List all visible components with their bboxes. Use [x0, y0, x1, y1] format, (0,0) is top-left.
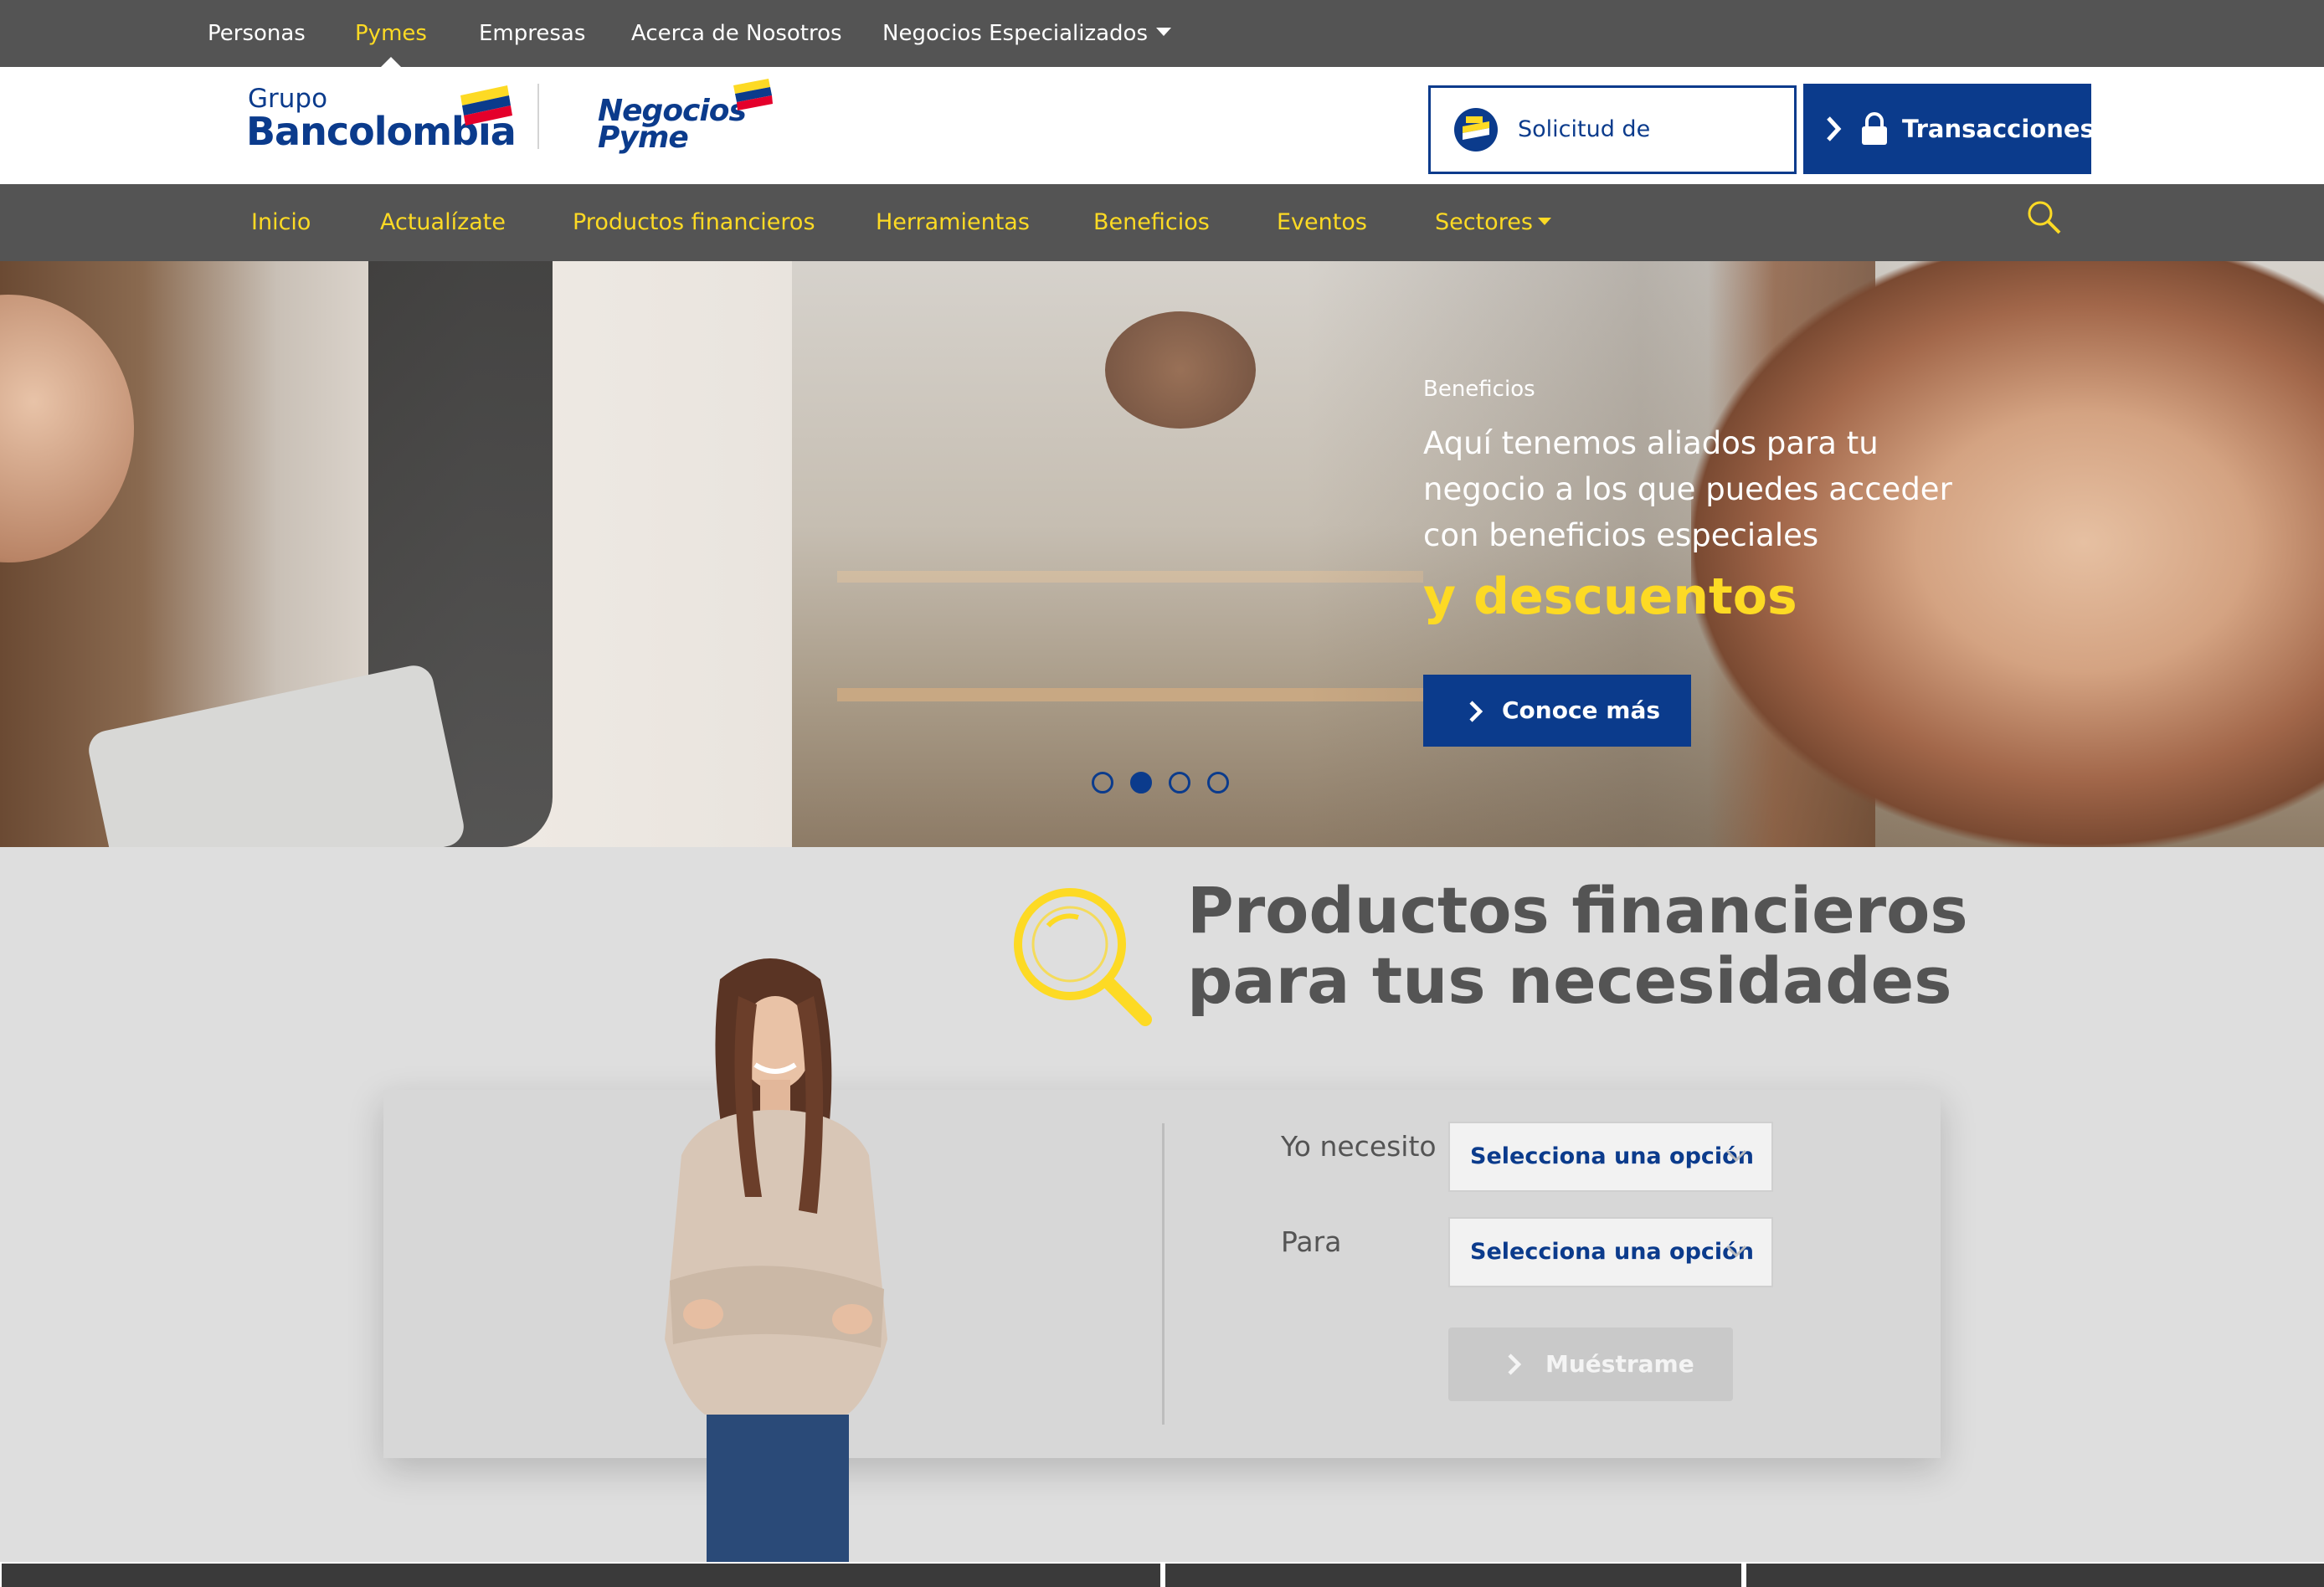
top-bar: Personas Pymes Empresas Acerca de Nosotr…: [0, 0, 2324, 67]
nav-item-eventos[interactable]: Eventos: [1277, 184, 1367, 261]
lock-icon: [1862, 112, 1887, 145]
carousel-dot-2[interactable]: [1130, 772, 1152, 794]
hero-cta-label: Conoce más: [1502, 696, 1661, 724]
card-divider: [1162, 1123, 1165, 1425]
need-label: Yo necesito: [1281, 1130, 1437, 1163]
main-nav: Inicio Actualízate Productos financieros…: [0, 184, 2324, 261]
bottom-tiles: [0, 1562, 2324, 1587]
carousel-dot-1[interactable]: [1092, 772, 1113, 794]
woman-illustration: [665, 958, 887, 1562]
documents-icon: [1454, 108, 1498, 152]
product-finder-card: Yo necesito Selecciona una opción Para S…: [383, 1090, 1941, 1458]
products-title: Productos financieros para tus necesidad…: [1187, 876, 2024, 1016]
top-nav-personas[interactable]: Personas: [208, 0, 306, 67]
magnifier-icon: [1014, 888, 1152, 1026]
for-select[interactable]: Selecciona una opción: [1448, 1217, 1773, 1287]
hero-kicker: Beneficios: [1423, 377, 1535, 402]
chevron-right-icon: [1508, 1353, 1522, 1375]
carousel-dot-3[interactable]: [1169, 772, 1190, 794]
chevron-down-icon: [1725, 1149, 1747, 1163]
nav-item-sectores-label: Sectores: [1435, 209, 1533, 235]
logo-negocios-pyme[interactable]: Negocios Pyme: [598, 77, 774, 157]
for-label: Para: [1281, 1225, 1342, 1258]
hero-cta-button[interactable]: Conoce más: [1423, 675, 1691, 747]
transactions-button[interactable]: Transacciones: [1803, 84, 2095, 174]
logo-pyme-text: Pyme: [598, 121, 689, 155]
hero-decor-basket: [1105, 311, 1256, 429]
logo-divider: [537, 84, 539, 149]
chevron-down-icon: [1725, 1245, 1747, 1258]
logo-grupo-bancolombia[interactable]: Grupo Bancolombia: [246, 84, 522, 159]
show-me-button[interactable]: Muéstrame: [1448, 1328, 1733, 1401]
products-title-line2: para tus necesidades: [1187, 943, 1952, 1018]
caret-down-icon: [1537, 218, 1551, 225]
nav-item-inicio[interactable]: Inicio: [251, 184, 311, 261]
chevron-right-icon: [1827, 116, 1842, 141]
chevron-right-icon: [1469, 701, 1483, 722]
top-nav-empresas[interactable]: Empresas: [479, 0, 585, 67]
hero-accent: y descuentos: [1423, 568, 1797, 626]
caret-down-icon: [1156, 27, 1172, 36]
nav-item-productos-financieros[interactable]: Productos financieros: [573, 184, 815, 261]
bottom-tile-1[interactable]: [2, 1564, 1160, 1587]
need-select-value: Selecciona una opción: [1470, 1143, 1754, 1169]
products-title-line1: Productos financieros: [1187, 873, 1968, 948]
document-request-button[interactable]: Solicitud de documentos: [1428, 85, 1797, 226]
search-icon[interactable]: [2026, 199, 2063, 236]
for-select-value: Selecciona una opción: [1470, 1239, 1754, 1265]
transactions-label: Transacciones: [1902, 115, 2095, 143]
show-me-label: Muéstrame: [1545, 1350, 1694, 1378]
bancolombia-flag-icon: [460, 85, 512, 126]
active-indicator-notch: [381, 57, 401, 67]
nav-item-herramientas[interactable]: Herramientas: [876, 184, 1030, 261]
need-select[interactable]: Selecciona una opción: [1448, 1122, 1773, 1192]
nav-item-sectores[interactable]: Sectores: [1435, 184, 1551, 261]
top-nav-negocios-label: Negocios Especializados: [882, 21, 1149, 46]
top-nav-acerca[interactable]: Acerca de Nosotros: [631, 0, 842, 67]
carousel-dot-4[interactable]: [1207, 772, 1229, 794]
bottom-tile-3[interactable]: [1746, 1564, 2324, 1587]
bottom-tile-2[interactable]: [1165, 1564, 1741, 1587]
hero-headline: Aquí tenemos aliados para tu negocio a l…: [1423, 425, 1952, 553]
pyme-flag-icon: [733, 79, 773, 110]
top-nav-negocios-especializados[interactable]: Negocios Especializados: [882, 0, 1172, 67]
nav-item-actualizate[interactable]: Actualízate: [380, 184, 506, 261]
nav-item-beneficios[interactable]: Beneficios: [1093, 184, 1210, 261]
carousel-dots: [1092, 772, 1242, 797]
hero-carousel: Beneficios Aquí tenemos aliados para tu …: [0, 261, 2324, 847]
